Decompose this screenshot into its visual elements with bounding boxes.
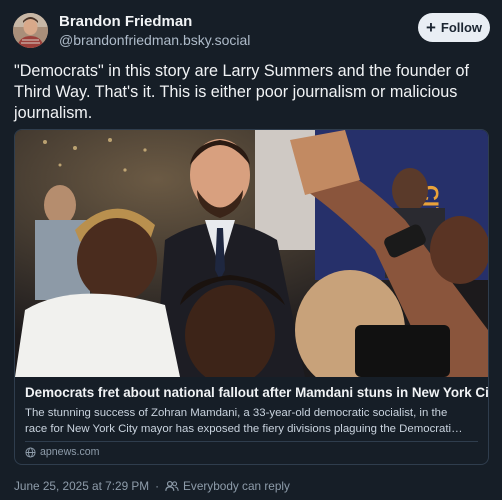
link-embed-card[interactable]: CITY <box>14 129 489 465</box>
globe-icon <box>25 446 36 458</box>
reply-audience-label: Everybody can reply <box>183 479 290 493</box>
embed-source: apnews.com <box>25 446 99 458</box>
follow-button-label: Follow <box>440 20 483 35</box>
embed-description: The stunning success of Zohran Mamdani, … <box>25 405 480 437</box>
meta-separator: · <box>155 479 160 493</box>
embed-description-line-2: race for New York City mayor has exposed… <box>25 423 463 435</box>
post-text: "Democrats" in this story are Larry Summ… <box>14 62 470 122</box>
author-name[interactable]: Brandon Friedman <box>59 13 192 30</box>
post-card: Brandon Friedman @brandonfriedman.bsky.s… <box>0 0 502 500</box>
embed-image: CITY <box>15 130 488 377</box>
embed-source-domain: apnews.com <box>40 446 100 458</box>
post-meta: June 25, 2025 at 7:29 PM · Everybody can… <box>14 479 290 493</box>
post-timestamp[interactable]: June 25, 2025 at 7:29 PM <box>14 479 149 493</box>
plus-icon: + <box>425 17 436 37</box>
avatar[interactable] <box>13 13 48 48</box>
follow-button[interactable]: + Follow <box>418 13 490 42</box>
embed-title: Democrats fret about national fallout af… <box>25 385 489 400</box>
reply-audience[interactable]: Everybody can reply <box>165 479 290 493</box>
embed-divider <box>25 441 478 442</box>
avatar-image <box>13 13 48 48</box>
people-icon <box>165 480 179 491</box>
author-handle[interactable]: @brandonfriedman.bsky.social <box>59 32 250 48</box>
embed-description-line-1: The stunning success of Zohran Mamdani, … <box>25 407 448 419</box>
